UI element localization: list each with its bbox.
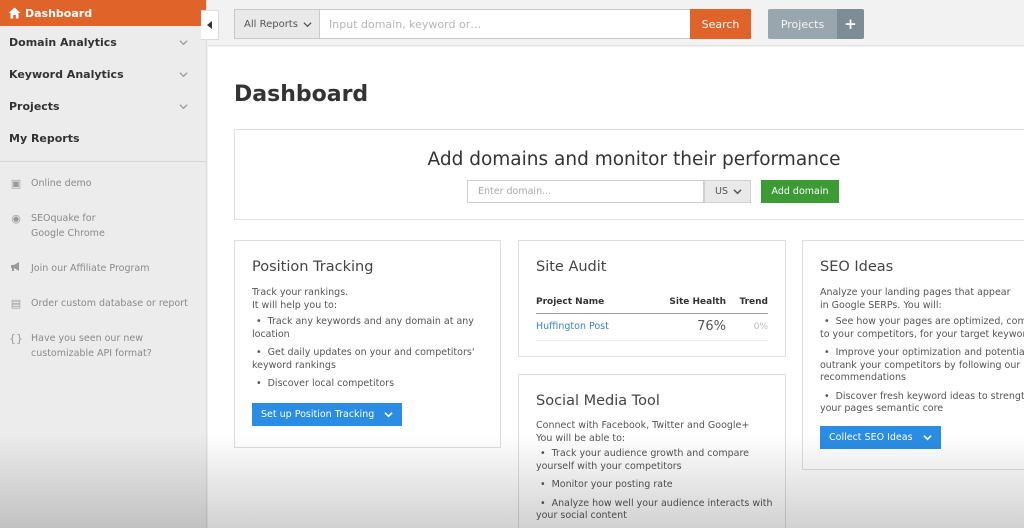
feature-list: Track any keywords and any domain at any… bbox=[252, 316, 490, 397]
sidebar-link-affiliate[interactable]: Join our Affiliate Program bbox=[0, 261, 206, 276]
list-item: Track any keywords and any domain at any… bbox=[252, 316, 490, 341]
sidebar-link-label: Online demo bbox=[31, 178, 92, 189]
target-icon: ◉ bbox=[11, 212, 21, 225]
chevron-down-icon bbox=[922, 435, 932, 441]
site-health-value: 76% bbox=[697, 319, 726, 334]
report-scope-select[interactable]: All Reports bbox=[234, 9, 320, 39]
list-item: Get daily updates on your and competitor… bbox=[252, 347, 490, 372]
sidebar-links: ▣ Online demo ◉ SEOquake for Google Chro… bbox=[0, 162, 206, 361]
domain-input[interactable] bbox=[467, 180, 704, 203]
desc-line: Track your rankings. bbox=[252, 287, 349, 298]
site-audit-table: Project Name Site Health Trend Huffingto… bbox=[536, 297, 768, 341]
add-domain-panel: Add domains and monitor their performanc… bbox=[234, 129, 1024, 220]
sidebar-link-label: Order custom database or report bbox=[31, 298, 188, 309]
sidebar-link-label: SEOquake for Google Chrome bbox=[31, 213, 105, 239]
chevron-down-icon bbox=[179, 103, 188, 109]
country-value: US bbox=[715, 186, 728, 197]
list-item: Discover fresh keyword ideas to strength… bbox=[820, 391, 1024, 416]
sidebar-item-dashboard[interactable]: Dashboard bbox=[0, 0, 206, 26]
sidebar: Dashboard Domain Analytics Keyword Analy… bbox=[0, 0, 207, 528]
position-tracking-card: Position Tracking Track your rankings. I… bbox=[234, 240, 501, 448]
sidebar-item-domain-analytics[interactable]: Domain Analytics bbox=[0, 26, 206, 58]
sidebar-item-label: Domain Analytics bbox=[9, 35, 117, 49]
card-title: SEO Ideas bbox=[820, 259, 894, 275]
trend-value: 0% bbox=[753, 321, 768, 332]
project-link[interactable]: Huffington Post bbox=[536, 321, 656, 332]
chevron-down-icon bbox=[179, 39, 188, 45]
chevron-down-icon bbox=[179, 71, 188, 77]
column-header: Trend bbox=[739, 297, 768, 307]
card-title: Position Tracking bbox=[252, 259, 374, 275]
sidebar-link-custom-database[interactable]: ▤ Order custom database or report bbox=[0, 296, 206, 311]
megaphone-icon bbox=[9, 261, 23, 276]
sidebar-collapse-button[interactable] bbox=[201, 10, 219, 40]
button-label: Set up Position Tracking bbox=[261, 409, 375, 420]
site-audit-card: Site Audit Project Name Site Health Tren… bbox=[518, 240, 786, 357]
feature-list: See how your pages are optimized, compar… bbox=[820, 316, 1024, 422]
card-description: Track your rankings. It will help you to… bbox=[252, 287, 348, 312]
card-description: Analyze your landing pages that appear i… bbox=[820, 287, 1011, 311]
chevron-down-icon bbox=[384, 412, 393, 418]
sidebar-link-seoquake[interactable]: ◉ SEOquake for Google Chrome bbox=[0, 211, 206, 241]
setup-position-tracking-button[interactable]: Set up Position Tracking bbox=[252, 403, 403, 426]
social-media-card: Social Media Tool Connect with Facebook,… bbox=[518, 374, 786, 528]
sidebar-item-label: My Reports bbox=[9, 131, 80, 145]
caret-left-icon bbox=[207, 21, 212, 29]
page-title: Dashboard bbox=[234, 82, 369, 107]
desc-line: Connect with Facebook, Twitter and Googl… bbox=[536, 420, 750, 431]
search-input[interactable] bbox=[320, 9, 691, 39]
sidebar-link-online-demo[interactable]: ▣ Online demo bbox=[0, 176, 206, 191]
table-header: Project Name Site Health Trend bbox=[536, 297, 768, 314]
chevron-down-icon bbox=[303, 21, 312, 27]
sidebar-item-keyword-analytics[interactable]: Keyword Analytics bbox=[0, 58, 206, 90]
sidebar-link-api-format[interactable]: {} Have you seen our new customizable AP… bbox=[0, 331, 206, 361]
list-item: Analyze how well your audience interacts… bbox=[536, 498, 775, 523]
country-select[interactable]: US bbox=[704, 180, 751, 203]
card-description: Connect with Facebook, Twitter and Googl… bbox=[536, 420, 749, 445]
list-item: Discover local competitors bbox=[252, 378, 490, 391]
list-item: Track your audience growth and compare y… bbox=[536, 448, 775, 473]
braces-icon: {} bbox=[9, 332, 23, 345]
sidebar-link-label: Have you seen our new customizable API f… bbox=[31, 333, 152, 359]
report-scope-value: All Reports bbox=[244, 18, 298, 30]
monitor-icon: ▣ bbox=[10, 177, 22, 190]
list-item: Improve your optimization and potentiall… bbox=[820, 347, 1024, 385]
card-title: Site Audit bbox=[536, 259, 607, 275]
home-icon bbox=[8, 7, 21, 19]
column-header: Site Health bbox=[669, 297, 726, 307]
projects-button[interactable]: Projects bbox=[768, 9, 837, 39]
add-domain-title: Add domains and monitor their performanc… bbox=[427, 149, 841, 170]
sidebar-item-my-reports[interactable]: My Reports bbox=[0, 122, 206, 154]
sidebar-item-projects[interactable]: Projects bbox=[0, 90, 206, 122]
top-bar: All Reports Search Projects + bbox=[208, 0, 1024, 46]
main-content: Dashboard Add domains and monitor their … bbox=[208, 47, 1024, 528]
clipboard-icon: ▤ bbox=[10, 297, 22, 310]
chevron-down-icon bbox=[733, 189, 742, 195]
card-title: Social Media Tool bbox=[536, 393, 660, 409]
sidebar-item-label: Dashboard bbox=[25, 6, 93, 20]
sidebar-item-label: Projects bbox=[9, 99, 60, 113]
collect-seo-ideas-button[interactable]: Collect SEO Ideas bbox=[820, 426, 941, 449]
button-label: Collect SEO Ideas bbox=[829, 432, 913, 443]
desc-line: It will help you to: bbox=[252, 299, 338, 311]
add-domain-button[interactable]: Add domain bbox=[761, 180, 839, 203]
column-header: Project Name bbox=[536, 297, 605, 307]
table-row: Huffington Post 76% 0% bbox=[536, 314, 768, 341]
sidebar-link-label: Join our Affiliate Program bbox=[31, 263, 150, 274]
search-button[interactable]: Search bbox=[690, 9, 751, 39]
sidebar-item-label: Keyword Analytics bbox=[9, 67, 124, 81]
add-project-button[interactable]: + bbox=[837, 9, 864, 39]
feature-list: Track your audience growth and compare y… bbox=[536, 448, 775, 528]
list-item: See how your pages are optimized, compar… bbox=[820, 316, 1024, 341]
desc-line: You will be able to: bbox=[536, 432, 626, 444]
list-item: Monitor your posting rate bbox=[536, 479, 775, 492]
seo-ideas-card: SEO Ideas Analyze your landing pages tha… bbox=[802, 240, 1024, 470]
